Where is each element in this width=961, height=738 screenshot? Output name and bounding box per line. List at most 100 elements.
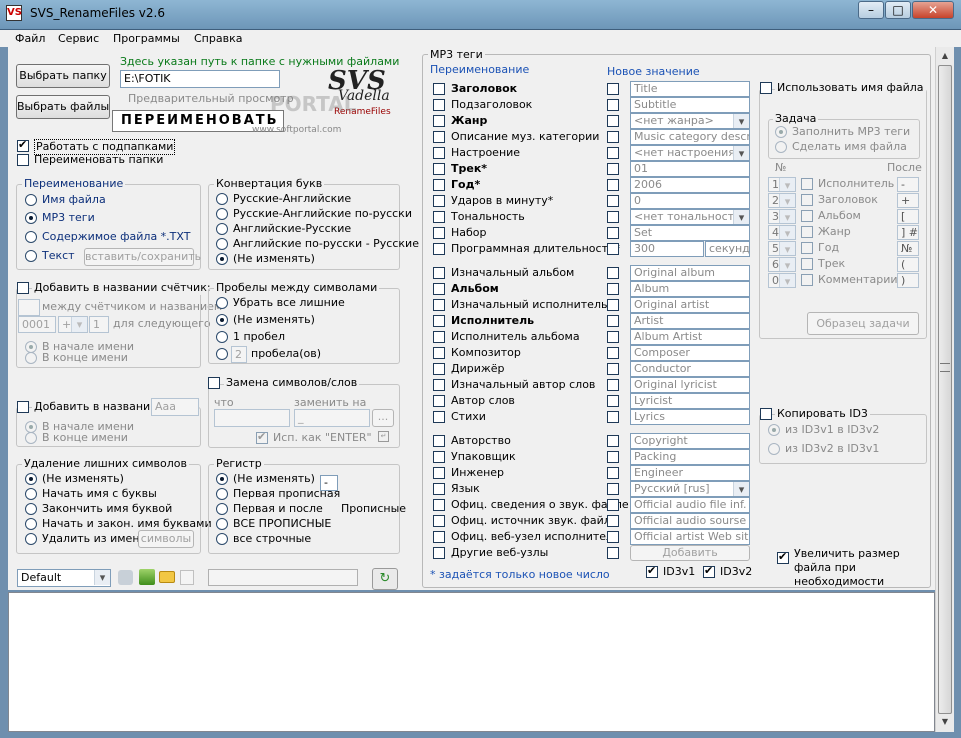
mp3-tag-value-input[interactable]: Set — [630, 225, 750, 241]
mp3-tag-rename-checkbox[interactable] — [433, 363, 445, 375]
order-field-checkbox[interactable] — [801, 178, 813, 190]
radio-no-convert[interactable] — [216, 253, 228, 265]
mp3-tag-new-checkbox[interactable] — [607, 483, 619, 495]
mp3-tag-new-checkbox[interactable] — [607, 411, 619, 423]
mp3-tag-rename-checkbox[interactable] — [433, 83, 445, 95]
radio-fill-tags[interactable] — [775, 126, 787, 138]
mp3-tag-value-input[interactable]: Original artist — [630, 297, 750, 313]
radio-remove-from-name[interactable] — [25, 533, 37, 545]
counter-checkbox[interactable] — [17, 282, 29, 294]
increase-size-checkbox[interactable] — [777, 550, 789, 564]
order-number-dropdown[interactable]: 0 — [768, 273, 796, 288]
mp3-tag-value-input[interactable]: Copyright — [630, 433, 750, 449]
mp3-tag-value-dropdown[interactable]: <нет жанра> — [630, 113, 750, 129]
radio-ru-en[interactable] — [216, 193, 228, 205]
id3v1-checkbox[interactable] — [646, 564, 658, 578]
order-field-checkbox[interactable] — [801, 194, 813, 206]
radio-make-name[interactable] — [775, 141, 787, 153]
radio-en-ru-ru[interactable] — [216, 238, 228, 250]
menu-service[interactable]: Сервис — [58, 32, 99, 46]
order-number-dropdown[interactable]: 2 — [768, 193, 796, 208]
mp3-tag-rename-checkbox[interactable] — [433, 347, 445, 359]
add-at-end-radio[interactable] — [25, 432, 37, 444]
insert-save-button[interactable]: вставить/сохранить — [84, 248, 201, 266]
mp3-tag-rename-checkbox[interactable] — [433, 515, 445, 527]
delete-preset-icon[interactable] — [180, 570, 194, 585]
use-filename-checkbox[interactable] — [760, 82, 772, 94]
mp3-tag-new-checkbox[interactable] — [607, 267, 619, 279]
preset-dropdown[interactable]: Default — [17, 569, 111, 587]
mp3-tag-value-input[interactable]: Composer — [630, 345, 750, 361]
mp3-tag-value-input[interactable]: Official audio file inf. — [630, 497, 750, 513]
radio-all-lower[interactable] — [216, 533, 228, 545]
add-checkbox[interactable] — [17, 401, 29, 413]
mp3-tag-new-checkbox[interactable] — [607, 515, 619, 527]
mp3-tag-new-checkbox[interactable] — [607, 499, 619, 511]
mp3-tag-new-checkbox[interactable] — [607, 195, 619, 207]
order-after-input[interactable]: ] # — [897, 225, 919, 240]
mp3-tag-value-input[interactable]: Official artist Web site — [630, 529, 750, 545]
radio-text[interactable] — [25, 250, 37, 262]
mp3-tag-value-input[interactable]: Artist — [630, 313, 750, 329]
order-field-checkbox[interactable] — [801, 226, 813, 238]
replace-browse-button[interactable]: ... — [372, 409, 394, 427]
mp3-tag-new-checkbox[interactable] — [607, 331, 619, 343]
mp3-tag-value-input[interactable]: Original album — [630, 265, 750, 281]
mp3-tag-rename-checkbox[interactable] — [433, 467, 445, 479]
scroll-up-icon[interactable]: ▲ — [938, 49, 952, 63]
mp3-tag-new-checkbox[interactable] — [607, 83, 619, 95]
counter-sign-dropdown[interactable]: + — [58, 316, 88, 333]
radio-filename[interactable] — [25, 194, 37, 206]
mp3-tag-value-dropdown[interactable]: <нет тональности> — [630, 209, 750, 225]
mp3-tag-new-checkbox[interactable] — [607, 435, 619, 447]
refresh-icon[interactable]: ↻ — [372, 568, 398, 590]
id3v2-checkbox[interactable] — [703, 564, 715, 578]
radio-txt-content[interactable] — [25, 231, 37, 243]
order-field-checkbox[interactable] — [801, 242, 813, 254]
mp3-tag-rename-checkbox[interactable] — [433, 315, 445, 327]
mp3-tag-rename-checkbox[interactable] — [433, 147, 445, 159]
radio-one-space[interactable] — [216, 331, 228, 343]
mp3-tag-rename-checkbox[interactable] — [433, 211, 445, 223]
mp3-tag-value-input[interactable]: Conductor — [630, 361, 750, 377]
mp3-tag-rename-checkbox[interactable] — [433, 331, 445, 343]
select-folder-button[interactable]: Выбрать папку — [16, 64, 110, 88]
maximize-icon[interactable]: □ — [885, 1, 911, 19]
vertical-scrollbar[interactable]: ▲ ▼ — [935, 47, 954, 732]
mp3-tag-value-input[interactable]: Album — [630, 281, 750, 297]
mp3-tag-new-checkbox[interactable] — [607, 115, 619, 127]
folder-icon[interactable] — [159, 571, 175, 583]
mp3-tag-rename-checkbox[interactable] — [433, 395, 445, 407]
order-field-checkbox[interactable] — [801, 274, 813, 286]
radio-start-end-letters[interactable] — [25, 518, 37, 530]
mp3-tag-new-checkbox[interactable] — [607, 315, 619, 327]
mp3-tag-value-input[interactable]: Album Artist — [630, 329, 750, 345]
mp3-tag-rename-checkbox[interactable] — [433, 243, 445, 255]
counter-start-input[interactable]: 0001 — [18, 316, 56, 333]
sample-task-button[interactable]: Образец задачи — [807, 312, 919, 335]
menu-file[interactable]: Файл — [15, 32, 45, 46]
order-after-input[interactable]: + — [897, 193, 919, 208]
mp3-tag-value-input[interactable]: Lyrics — [630, 409, 750, 425]
mp3-tag-value-input[interactable]: Engineer — [630, 465, 750, 481]
order-number-dropdown[interactable]: 4 — [768, 225, 796, 240]
mp3-tag-new-checkbox[interactable] — [607, 99, 619, 111]
mp3-tag-value-input[interactable]: Lyricist — [630, 393, 750, 409]
order-number-dropdown[interactable]: 6 — [768, 257, 796, 272]
select-files-button[interactable]: Выбрать файлы — [16, 95, 110, 119]
mp3-tag-new-checkbox[interactable] — [607, 179, 619, 191]
mp3-tag-value-input[interactable]: Title — [630, 81, 750, 97]
symbols-button[interactable]: символы — [138, 530, 194, 548]
path-input[interactable]: E:\FOTIK — [120, 70, 280, 88]
radio-remove-nochange[interactable] — [25, 473, 37, 485]
work-subfolders-checkbox[interactable] — [17, 138, 29, 152]
order-number-dropdown[interactable]: 5 — [768, 241, 796, 256]
radio-v2-to-v1[interactable] — [768, 443, 780, 455]
radio-en-ru[interactable] — [216, 223, 228, 235]
radio-ru-en-ru[interactable] — [216, 208, 228, 220]
mp3-tag-new-checkbox[interactable] — [607, 211, 619, 223]
mp3-tag-rename-checkbox[interactable] — [433, 483, 445, 495]
radio-start-letter[interactable] — [25, 488, 37, 500]
scroll-thumb[interactable] — [938, 65, 952, 714]
radio-case-nochange[interactable] — [216, 473, 228, 485]
